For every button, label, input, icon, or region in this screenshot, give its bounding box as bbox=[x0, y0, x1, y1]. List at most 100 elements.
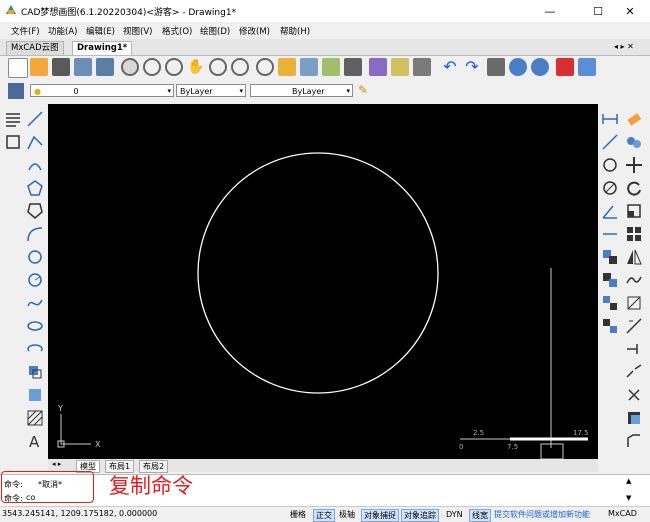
fillet-icon[interactable] bbox=[625, 271, 643, 289]
save-icon[interactable] bbox=[74, 58, 92, 76]
dimension-icon[interactable] bbox=[601, 110, 619, 128]
dim-continue-icon[interactable] bbox=[601, 225, 619, 243]
drawing-canvas[interactable]: Y X 2.5 0 7.5 17.5 bbox=[48, 104, 598, 460]
extend-icon[interactable] bbox=[625, 340, 643, 358]
scroll-up-icon[interactable]: ▲ bbox=[626, 477, 631, 485]
rotate-icon[interactable] bbox=[625, 179, 643, 197]
circle-icon[interactable] bbox=[26, 248, 44, 266]
block-editor-icon[interactable] bbox=[369, 58, 387, 76]
new-file-icon[interactable] bbox=[8, 58, 28, 78]
design-center-icon[interactable] bbox=[322, 58, 340, 76]
layer-select[interactable]: ● 0 ▾ bbox=[30, 84, 174, 97]
svg-text:A: A bbox=[29, 433, 40, 450]
feedback-link[interactable]: 提交软件问题或增加新功能 bbox=[494, 509, 590, 520]
chamfer-icon[interactable] bbox=[625, 432, 643, 450]
rectangle-icon[interactable] bbox=[4, 133, 22, 151]
trim-icon[interactable] bbox=[625, 317, 643, 335]
dim-aligned-icon[interactable] bbox=[601, 133, 619, 151]
layer-stack-icon[interactable] bbox=[601, 248, 619, 266]
toggle-osnap[interactable]: 对象捕捉 bbox=[361, 509, 399, 522]
save-as-icon[interactable] bbox=[96, 58, 114, 76]
copy-icon[interactable] bbox=[625, 133, 643, 151]
make-block-icon[interactable] bbox=[26, 386, 44, 404]
insert-block-icon[interactable] bbox=[26, 363, 44, 381]
dim-radius-icon[interactable] bbox=[601, 156, 619, 174]
zoom-realtime-icon[interactable] bbox=[143, 58, 161, 76]
scale-icon[interactable] bbox=[625, 202, 643, 220]
arc3p-icon[interactable] bbox=[26, 225, 44, 243]
scroll-down-icon[interactable]: ▼ bbox=[626, 494, 631, 502]
block-stack-icon[interactable] bbox=[601, 271, 619, 289]
color-select[interactable]: ByLayer ▾ bbox=[176, 84, 246, 97]
multiline-text-icon[interactable]: A bbox=[26, 432, 44, 450]
array-icon[interactable] bbox=[625, 225, 643, 243]
redo-icon[interactable]: ↷ bbox=[463, 58, 481, 76]
menu-format[interactable]: 格式(O) bbox=[162, 25, 192, 37]
mirror-icon[interactable] bbox=[625, 248, 643, 266]
polygon-icon[interactable] bbox=[26, 179, 44, 197]
menu-help[interactable]: 帮助(H) bbox=[280, 25, 310, 37]
spline-icon[interactable] bbox=[26, 294, 44, 312]
dim-diameter-icon[interactable] bbox=[601, 179, 619, 197]
print-icon[interactable] bbox=[487, 58, 505, 76]
tab-mxcad-cloud[interactable]: MxCAD云图 bbox=[6, 41, 64, 55]
menu-file[interactable]: 文件(F) bbox=[11, 25, 40, 37]
menu-function[interactable]: 功能(A) bbox=[48, 25, 77, 37]
menu-modify[interactable]: 修改(M) bbox=[239, 25, 270, 37]
zoom-window-icon[interactable] bbox=[121, 58, 139, 76]
stretch-icon[interactable] bbox=[625, 294, 643, 312]
explode-icon[interactable] bbox=[625, 386, 643, 404]
toggle-lineweight[interactable]: 线宽 bbox=[469, 509, 491, 522]
zoom-out-icon[interactable] bbox=[209, 58, 227, 76]
polyline-icon[interactable] bbox=[26, 133, 44, 151]
pan-hand-icon[interactable]: ✋ bbox=[187, 58, 205, 76]
break-icon[interactable] bbox=[625, 363, 643, 381]
menu-draw[interactable]: 绘图(D) bbox=[200, 25, 230, 37]
export-image-icon[interactable] bbox=[578, 58, 596, 76]
close-button[interactable]: ✕ bbox=[610, 0, 650, 22]
eraser-icon[interactable] bbox=[625, 110, 643, 128]
arc-icon[interactable] bbox=[26, 156, 44, 174]
layers-icon[interactable] bbox=[8, 83, 24, 99]
menu-view[interactable]: 视图(V) bbox=[123, 25, 152, 37]
ellipse-icon[interactable] bbox=[26, 317, 44, 335]
toggle-dyn[interactable]: DYN bbox=[444, 509, 465, 520]
tool-palette-icon[interactable] bbox=[344, 58, 362, 76]
minimize-button[interactable]: — bbox=[530, 0, 570, 22]
pentagon-icon[interactable] bbox=[26, 202, 44, 220]
toggle-polar[interactable]: 极轴 bbox=[337, 509, 357, 520]
properties-icon[interactable] bbox=[300, 58, 318, 76]
dim-angular-icon[interactable] bbox=[601, 202, 619, 220]
zoom-extents-icon[interactable] bbox=[231, 58, 249, 76]
toggle-ortho[interactable]: 正交 bbox=[313, 509, 335, 522]
external-ref-icon[interactable] bbox=[391, 58, 409, 76]
hatch-icon[interactable] bbox=[26, 409, 44, 427]
drawn-circle[interactable] bbox=[197, 152, 439, 394]
zoom-previous-icon[interactable] bbox=[256, 58, 274, 76]
layer-manager-icon[interactable] bbox=[413, 58, 431, 76]
pencil-icon[interactable]: ✎ bbox=[358, 83, 372, 99]
match-properties-icon[interactable] bbox=[278, 58, 296, 76]
ungroup-icon[interactable] bbox=[601, 317, 619, 335]
text-lines-icon[interactable] bbox=[4, 110, 22, 128]
web-icon[interactable] bbox=[509, 58, 527, 76]
tab-drawing1[interactable]: Drawing1* bbox=[72, 41, 133, 55]
export-pdf-icon[interactable] bbox=[556, 58, 574, 76]
toggle-otrack[interactable]: 对象追踪 bbox=[401, 509, 439, 522]
open-file-icon[interactable] bbox=[30, 58, 48, 76]
open-folder-icon[interactable] bbox=[52, 58, 70, 76]
ellipse-arc-icon[interactable] bbox=[26, 340, 44, 358]
layout-nav-arrows[interactable]: ◂ ▸ bbox=[52, 460, 61, 468]
move-icon[interactable] bbox=[625, 156, 643, 174]
linetype-select[interactable]: ByLayer ▾ bbox=[250, 84, 353, 97]
tab-nav-controls[interactable]: ◂ ▸ ✕ bbox=[614, 42, 634, 51]
group-icon[interactable] bbox=[601, 294, 619, 312]
line-icon[interactable] bbox=[26, 110, 44, 128]
undo-icon[interactable]: ↶ bbox=[441, 58, 459, 76]
cloud-icon[interactable] bbox=[531, 58, 549, 76]
toggle-grid[interactable]: 栅格 bbox=[288, 509, 308, 520]
menu-edit[interactable]: 编辑(E) bbox=[86, 25, 115, 37]
offset-icon[interactable] bbox=[625, 409, 643, 427]
circle-center-icon[interactable] bbox=[26, 271, 44, 289]
zoom-in-icon[interactable] bbox=[165, 58, 183, 76]
